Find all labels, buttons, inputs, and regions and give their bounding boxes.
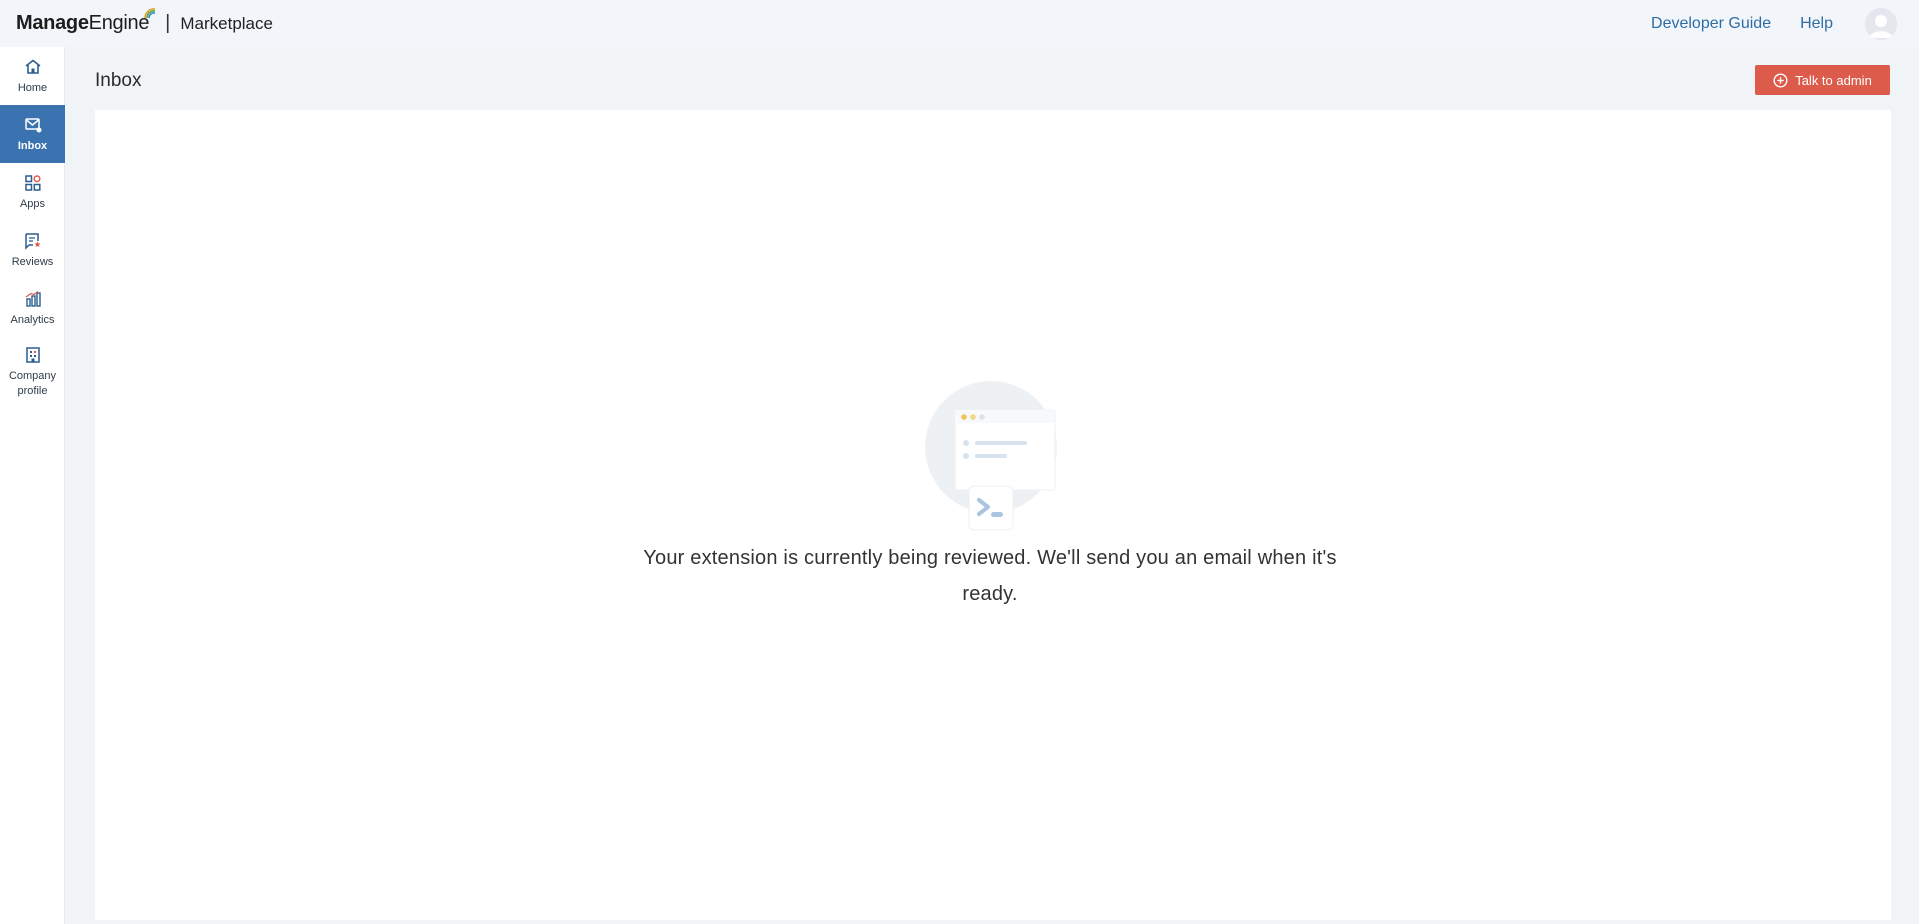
- sidebar-item-inbox[interactable]: Inbox: [0, 105, 65, 163]
- help-link[interactable]: Help: [1800, 15, 1833, 33]
- analytics-icon: [23, 289, 43, 309]
- page-title: Inbox: [95, 70, 142, 91]
- sidebar-item-apps[interactable]: Apps: [0, 163, 65, 221]
- empty-state-illustration: [925, 377, 1065, 542]
- plus-circle-icon: [1773, 72, 1788, 88]
- logo-arc-icon: [144, 8, 156, 19]
- inbox-icon: [23, 115, 43, 135]
- talk-to-admin-button[interactable]: Talk to admin: [1755, 65, 1890, 95]
- sidebar-item-reviews[interactable]: Reviews: [0, 221, 65, 279]
- brand-separator: |: [165, 12, 171, 34]
- avatar[interactable]: [1865, 7, 1897, 40]
- sidebar-item-label: Reviews: [11, 255, 54, 268]
- reviews-icon: [23, 231, 43, 251]
- top-bar: ManageEngine | Marketplace Developer Gui…: [0, 0, 1919, 47]
- developer-guide-link[interactable]: Developer Guide: [1651, 15, 1771, 33]
- sidebar: Home Inbox Apps Reviews Analytics Compan…: [0, 47, 65, 924]
- sidebar-item-label: Company profile: [8, 370, 57, 397]
- apps-icon: [23, 173, 43, 193]
- user-avatar-icon: [1865, 7, 1897, 40]
- brand[interactable]: ManageEngine | Marketplace: [16, 0, 273, 47]
- home-icon: [23, 57, 43, 77]
- empty-inbox-illustration-icon: [925, 381, 1057, 531]
- talk-to-admin-label: Talk to admin: [1795, 72, 1872, 88]
- sidebar-item-label: Apps: [19, 197, 46, 210]
- sidebar-item-company-profile[interactable]: Company profile: [0, 337, 65, 401]
- empty-state-message: Your extension is currently being review…: [643, 547, 1337, 605]
- manageengine-logo: ManageEngine: [16, 8, 156, 35]
- top-links: Developer Guide Help: [1651, 0, 1919, 47]
- sidebar-item-analytics[interactable]: Analytics: [0, 279, 65, 337]
- sidebar-item-label: Home: [17, 81, 48, 94]
- inbox-panel: Your extension is currently being review…: [95, 110, 1891, 920]
- product-name: Marketplace: [180, 13, 273, 33]
- company-icon: [23, 345, 43, 365]
- sidebar-item-label: Inbox: [17, 139, 48, 152]
- sidebar-item-home[interactable]: Home: [0, 47, 65, 105]
- sidebar-item-label: Analytics: [10, 313, 55, 326]
